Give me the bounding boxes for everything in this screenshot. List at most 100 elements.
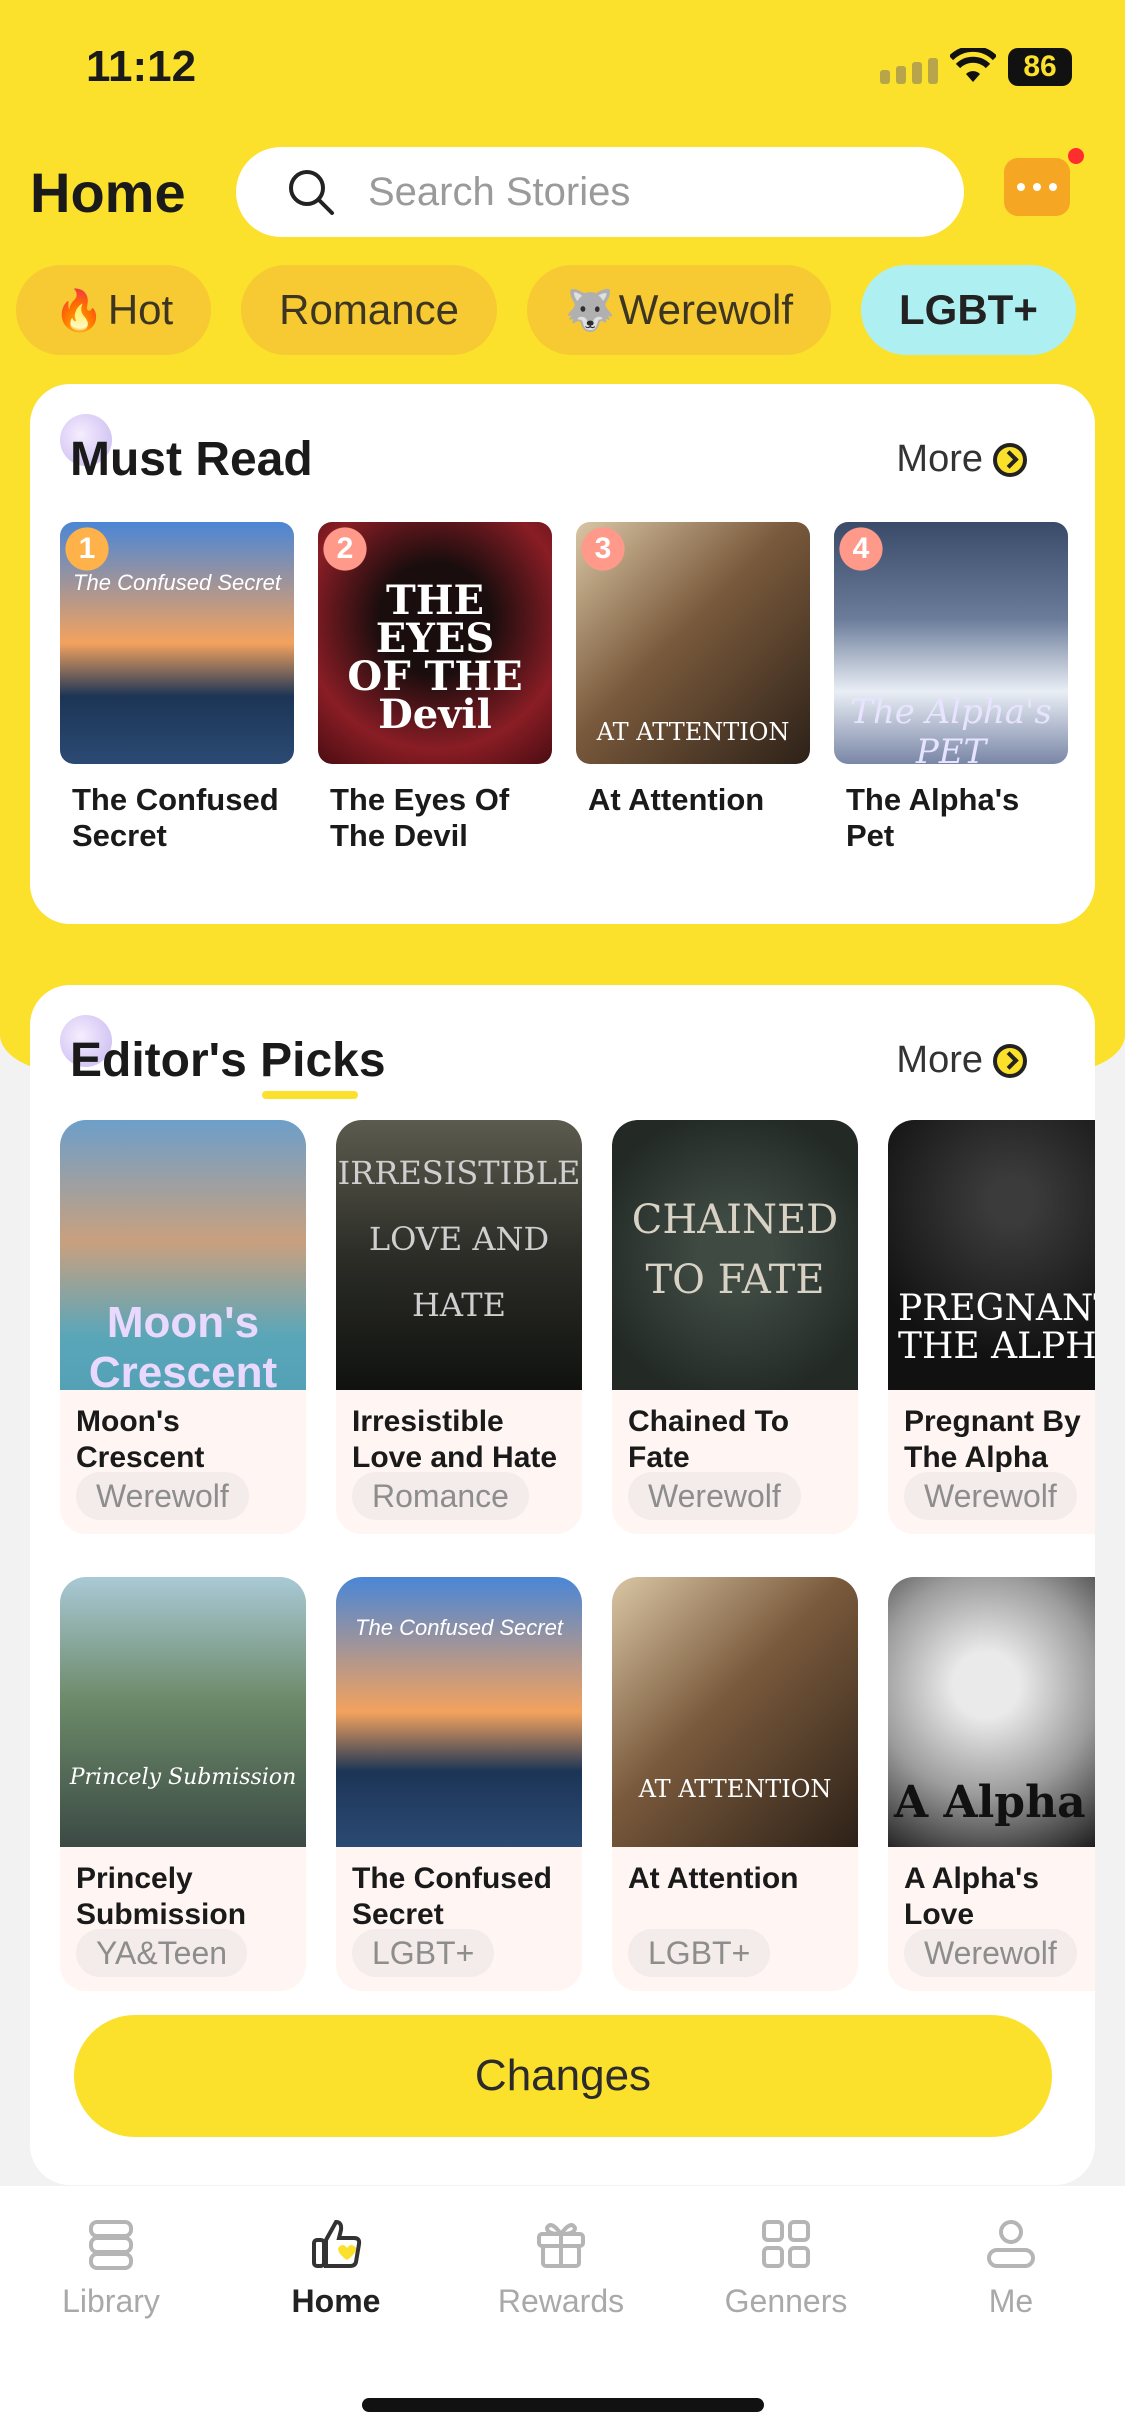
pick-card[interactable]: The Confused Secret The Confused Secret … [336, 1577, 582, 1991]
search-input[interactable] [368, 169, 928, 215]
pick-title: The Confused Secret [352, 1862, 552, 1931]
book-cover: Princely Submission [60, 1577, 306, 1847]
nav-label: Genners [724, 2283, 848, 2319]
rank-badge: 1 [62, 524, 112, 574]
pick-title: Chained To Fate [628, 1405, 790, 1474]
nav-rewards[interactable]: Rewards [461, 2216, 661, 2320]
book-cover: Moon's Crescent [60, 1120, 306, 1390]
section-title: Must Read [70, 433, 313, 486]
pick-card[interactable]: A Alpha A Alpha's Love Werewolf [888, 1577, 1095, 1991]
pick-card[interactable]: Princely Submission Princely Submission … [60, 1577, 306, 1991]
book-cover: AT ATTENTION [612, 1577, 858, 1847]
chevron-right-icon [993, 1043, 1027, 1078]
tab-label: Hot [107, 286, 174, 333]
cover-title: THE EYES OF THE Devil [347, 577, 523, 738]
cover-title: The Confused Secret [73, 570, 281, 595]
book-title: The Alpha's Pet [846, 782, 1020, 853]
nav-library[interactable]: Library [11, 2216, 211, 2320]
page-title: Home [30, 161, 186, 224]
pick-title: Princely Submission [76, 1862, 247, 1931]
wifi-icon [950, 48, 996, 82]
pick-card[interactable]: IRRESISTIBLE LOVE AND HATE Irresistible … [336, 1120, 582, 1534]
nav-label: Home [291, 2283, 381, 2319]
grid-icon [762, 2220, 810, 2268]
tab-werewolf[interactable]: 🐺 Werewolf [526, 265, 832, 355]
book-title: At Attention [588, 782, 765, 817]
cover-title: The Alpha's PET [850, 692, 1052, 764]
fire-icon: 🔥 [54, 288, 104, 333]
genre-tag: Romance [352, 1472, 529, 1520]
rank-badge: 3 [578, 524, 628, 574]
book-card[interactable]: 2 THE EYES OF THE Devil The Eyes Of The … [318, 522, 552, 854]
section-title: Editor's Picks [70, 1034, 386, 1087]
search-bar[interactable] [236, 147, 964, 237]
editors-picks-more-button[interactable]: More [896, 1039, 1027, 1082]
genre-tag: Werewolf [76, 1472, 249, 1520]
nav-home[interactable]: Home [236, 2216, 436, 2320]
nav-genners[interactable]: Genners [686, 2216, 886, 2320]
must-read-section: Must Read More 1 The Confused Secret The… [30, 384, 1095, 924]
book-cover: 2 THE EYES OF THE Devil [318, 522, 552, 764]
cellular-signal-icon [880, 58, 938, 84]
book-cover: 3 AT ATTENTION [576, 522, 810, 764]
tab-label: LGBT+ [899, 286, 1038, 333]
book-cover: 4 The Alpha's PET [834, 522, 1068, 764]
genre-tag: LGBT+ [628, 1929, 771, 1977]
home-indicator [362, 2398, 764, 2412]
pick-card[interactable]: CHAINED TO FATE Chained To Fate Werewolf [612, 1120, 858, 1534]
book-cover: PREGNANT BY THE ALPHA [888, 1120, 1095, 1390]
cover-title: PREGNANT BY THE ALPHA [898, 1288, 1095, 1367]
category-tabs: 🔥 Hot Romance 🐺 Werewolf LGBT+ [16, 265, 1076, 355]
status-time: 11:12 [86, 42, 197, 91]
pick-card[interactable]: AT ATTENTION At Attention LGBT+ [612, 1577, 858, 1991]
cover-title: Moon's Crescent [88, 1298, 278, 1390]
nav-label: Me [988, 2283, 1034, 2319]
search-icon [289, 170, 334, 215]
changes-button[interactable]: Changes [74, 2015, 1052, 2137]
notification-dot [1068, 148, 1084, 164]
status-bar: 11:12 86 [0, 0, 1125, 140]
book-cover: A Alpha [888, 1577, 1095, 1847]
book-card[interactable]: 4 The Alpha's PET The Alpha's Pet [834, 522, 1068, 854]
message-icon[interactable] [1004, 158, 1070, 216]
more-label: More [896, 1039, 983, 1081]
genre-tag: YA&Teen [76, 1929, 248, 1977]
nav-label: Rewards [497, 2283, 625, 2319]
pick-title: Irresistible Love and Hate [352, 1405, 558, 1474]
book-cover: The Confused Secret [336, 1577, 582, 1847]
tab-hot[interactable]: 🔥 Hot [16, 265, 212, 355]
must-read-more-button[interactable]: More [896, 438, 1027, 481]
gift-icon [537, 2223, 585, 2268]
genre-tag: Werewolf [628, 1472, 801, 1520]
more-label: More [896, 438, 983, 480]
book-cover: CHAINED TO FATE [612, 1120, 858, 1390]
tab-romance[interactable]: Romance [241, 265, 497, 355]
rank-badge: 4 [836, 524, 886, 574]
pick-title: Moon's Crescent [76, 1405, 205, 1474]
book-title: The Eyes Of The Devil [330, 782, 510, 853]
tab-label: Romance [279, 286, 459, 333]
nav-me[interactable]: Me [911, 2216, 1111, 2320]
genre-tag: LGBT+ [352, 1929, 495, 1977]
cover-title: AT ATTENTION [596, 718, 790, 746]
pick-card[interactable]: Moon's Crescent Moon's Crescent Werewolf [60, 1120, 306, 1534]
battery-icon: 86 [1008, 48, 1072, 86]
pick-title: A Alpha's Love [904, 1862, 1039, 1931]
genre-tag: Werewolf [904, 1472, 1077, 1520]
tab-lgbt[interactable]: LGBT+ [861, 265, 1076, 355]
editors-picks-section: Editor's Picks More Moon's Crescent Moon… [30, 985, 1095, 2185]
cover-title: CHAINED TO FATE [631, 1197, 839, 1303]
cover-title: Princely Submission [69, 1765, 297, 1790]
cover-title: IRRESISTIBLE LOVE AND HATE [337, 1154, 581, 1324]
cover-title: A Alpha [894, 1777, 1086, 1828]
pick-title: Pregnant By The Alpha [904, 1405, 1081, 1474]
book-card[interactable]: 1 The Confused Secret The Confused Secre… [60, 522, 294, 854]
book-card[interactable]: 3 AT ATTENTION At Attention [576, 522, 810, 818]
pick-card[interactable]: PREGNANT BY THE ALPHA Pregnant By The Al… [888, 1120, 1095, 1534]
cover-title: The Confused Secret [355, 1615, 563, 1640]
home-thumb-icon [312, 2219, 362, 2268]
cover-title: AT ATTENTION [638, 1775, 832, 1803]
book-cover: IRRESISTIBLE LOVE AND HATE [336, 1120, 582, 1390]
title-underline [262, 1091, 358, 1099]
user-icon [987, 2220, 1035, 2268]
